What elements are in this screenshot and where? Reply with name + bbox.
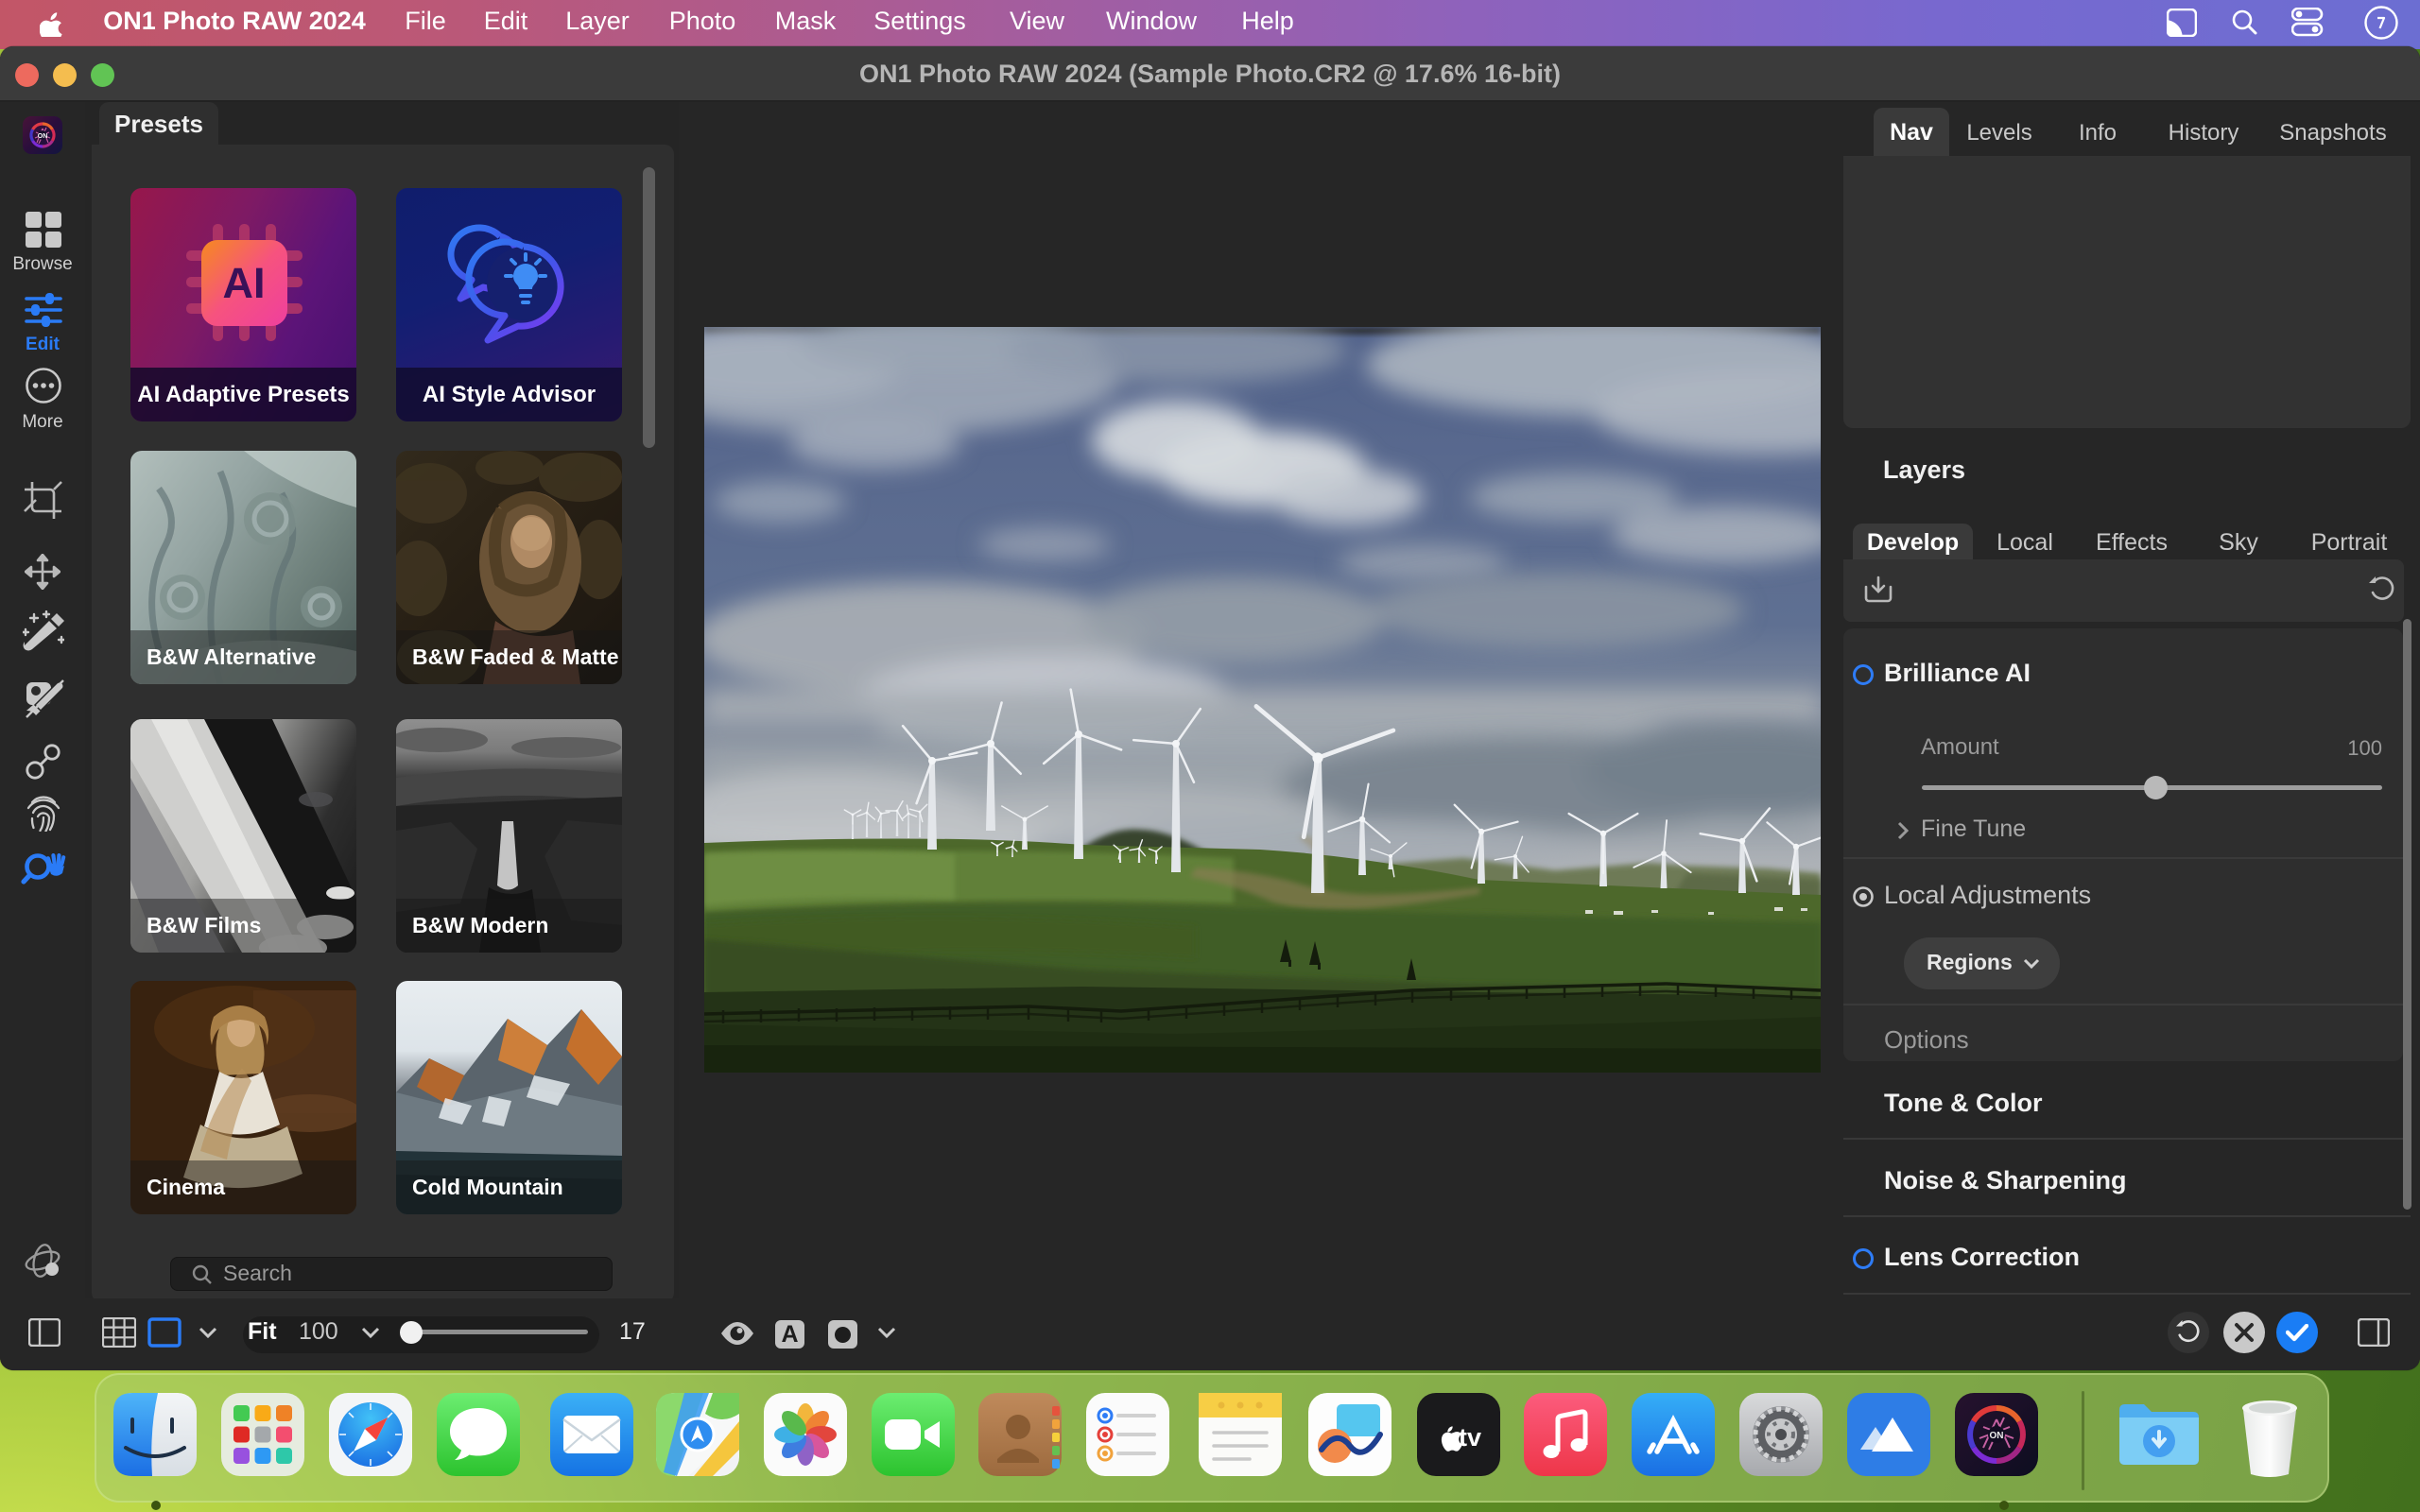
svg-text:ON: ON: [38, 133, 48, 140]
svg-text:ON: ON: [1990, 1431, 2004, 1441]
svg-text:tv: tv: [1459, 1423, 1481, 1452]
svg-text:AI: AI: [223, 259, 266, 307]
